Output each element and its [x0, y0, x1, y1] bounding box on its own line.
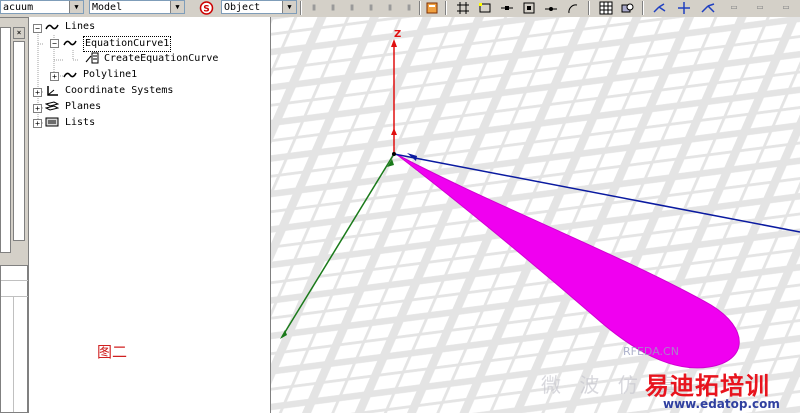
separator: [419, 1, 421, 15]
planes-icon: [44, 101, 60, 113]
grid-icon[interactable]: [598, 1, 614, 15]
fit-selection-icon[interactable]: ▭: [752, 1, 768, 15]
figure-caption: 图二: [97, 343, 128, 361]
expand-toggle[interactable]: +: [33, 119, 42, 128]
collapse-toggle[interactable]: −: [50, 39, 59, 48]
lists-icon: [45, 116, 59, 128]
line-icon: [63, 69, 77, 81]
separator: [588, 1, 590, 15]
expand-toggle[interactable]: +: [33, 88, 42, 97]
coordinate-system-icon: [45, 85, 59, 97]
chevron-down-icon[interactable]: ▼: [282, 1, 296, 13]
material-combo-value: acuum: [3, 2, 34, 13]
close-icon[interactable]: ×: [13, 27, 25, 39]
edge-snap-icon[interactable]: [499, 1, 515, 15]
expand-toggle[interactable]: +: [50, 72, 59, 81]
material-combo[interactable]: acuum ▼: [0, 0, 84, 14]
lock-icon[interactable]: ▮: [306, 1, 322, 15]
snap-combo-value: Object: [224, 2, 261, 13]
zoom-icon[interactable]: [620, 1, 636, 15]
create-command-icon: [85, 52, 99, 64]
snap-mode-icon[interactable]: S: [198, 1, 214, 15]
quadrant-snap-icon[interactable]: [543, 1, 559, 15]
z-axis-label: Z: [394, 29, 402, 40]
toolbar: acuum ▼ Model ▼ S Object ▼ ▮ ▮ ▮ ▮ ▮ ▮ ▭…: [0, 0, 800, 18]
view-options-icon[interactable]: ▭: [778, 1, 794, 15]
scrollbar[interactable]: [13, 41, 25, 241]
separator: [300, 1, 302, 15]
separator: [445, 1, 447, 15]
project-panel-edge: [0, 27, 11, 253]
watermark-brand: 易迪拓培训: [645, 372, 770, 400]
model-combo[interactable]: Model ▼: [89, 0, 185, 14]
vertex-snap-icon[interactable]: [477, 1, 493, 15]
line-icon: [63, 37, 77, 49]
chevron-down-icon[interactable]: ▼: [69, 1, 83, 13]
collapse-toggle[interactable]: −: [33, 24, 42, 33]
origin-marker: [392, 152, 396, 156]
pan-icon[interactable]: [676, 1, 692, 15]
3d-viewport[interactable]: Z RFEDA.CN 微 波 仿 真 易迪拓培训 www.edatop.com: [271, 17, 800, 413]
dynamic-zoom-icon[interactable]: [700, 1, 716, 15]
watermark-url: www.edatop.com: [663, 397, 780, 411]
fit-view-icon[interactable]: ▭: [726, 1, 742, 15]
lock-icon[interactable]: ▮: [382, 1, 398, 15]
lock-icon[interactable]: ▮: [363, 1, 379, 15]
separator: [642, 1, 644, 15]
face-center-snap-icon[interactable]: [521, 1, 537, 15]
model-combo-value: Model: [92, 2, 123, 13]
svg-text:S: S: [203, 5, 209, 15]
properties-panel-edge: [0, 265, 29, 413]
model-tree: − Lines − EquationCurve1 CreateEquationC…: [28, 17, 271, 413]
lock-icon[interactable]: ▮: [344, 1, 360, 15]
arc-center-snap-icon[interactable]: [565, 1, 581, 15]
watermark-site: RFEDA.CN: [623, 345, 679, 358]
grid-snap-icon[interactable]: [455, 1, 471, 15]
chevron-down-icon[interactable]: ▼: [170, 1, 184, 13]
rotate-icon[interactable]: [652, 1, 668, 15]
viewport-canvas: [271, 17, 800, 413]
snap-combo[interactable]: Object ▼: [221, 0, 297, 14]
expand-toggle[interactable]: +: [33, 104, 42, 113]
lock-icon[interactable]: ▮: [325, 1, 341, 15]
line-icon: [45, 21, 59, 33]
left-strip: ×: [0, 17, 29, 413]
material-icon[interactable]: [424, 1, 440, 15]
lock-icon[interactable]: ▮: [401, 1, 417, 15]
